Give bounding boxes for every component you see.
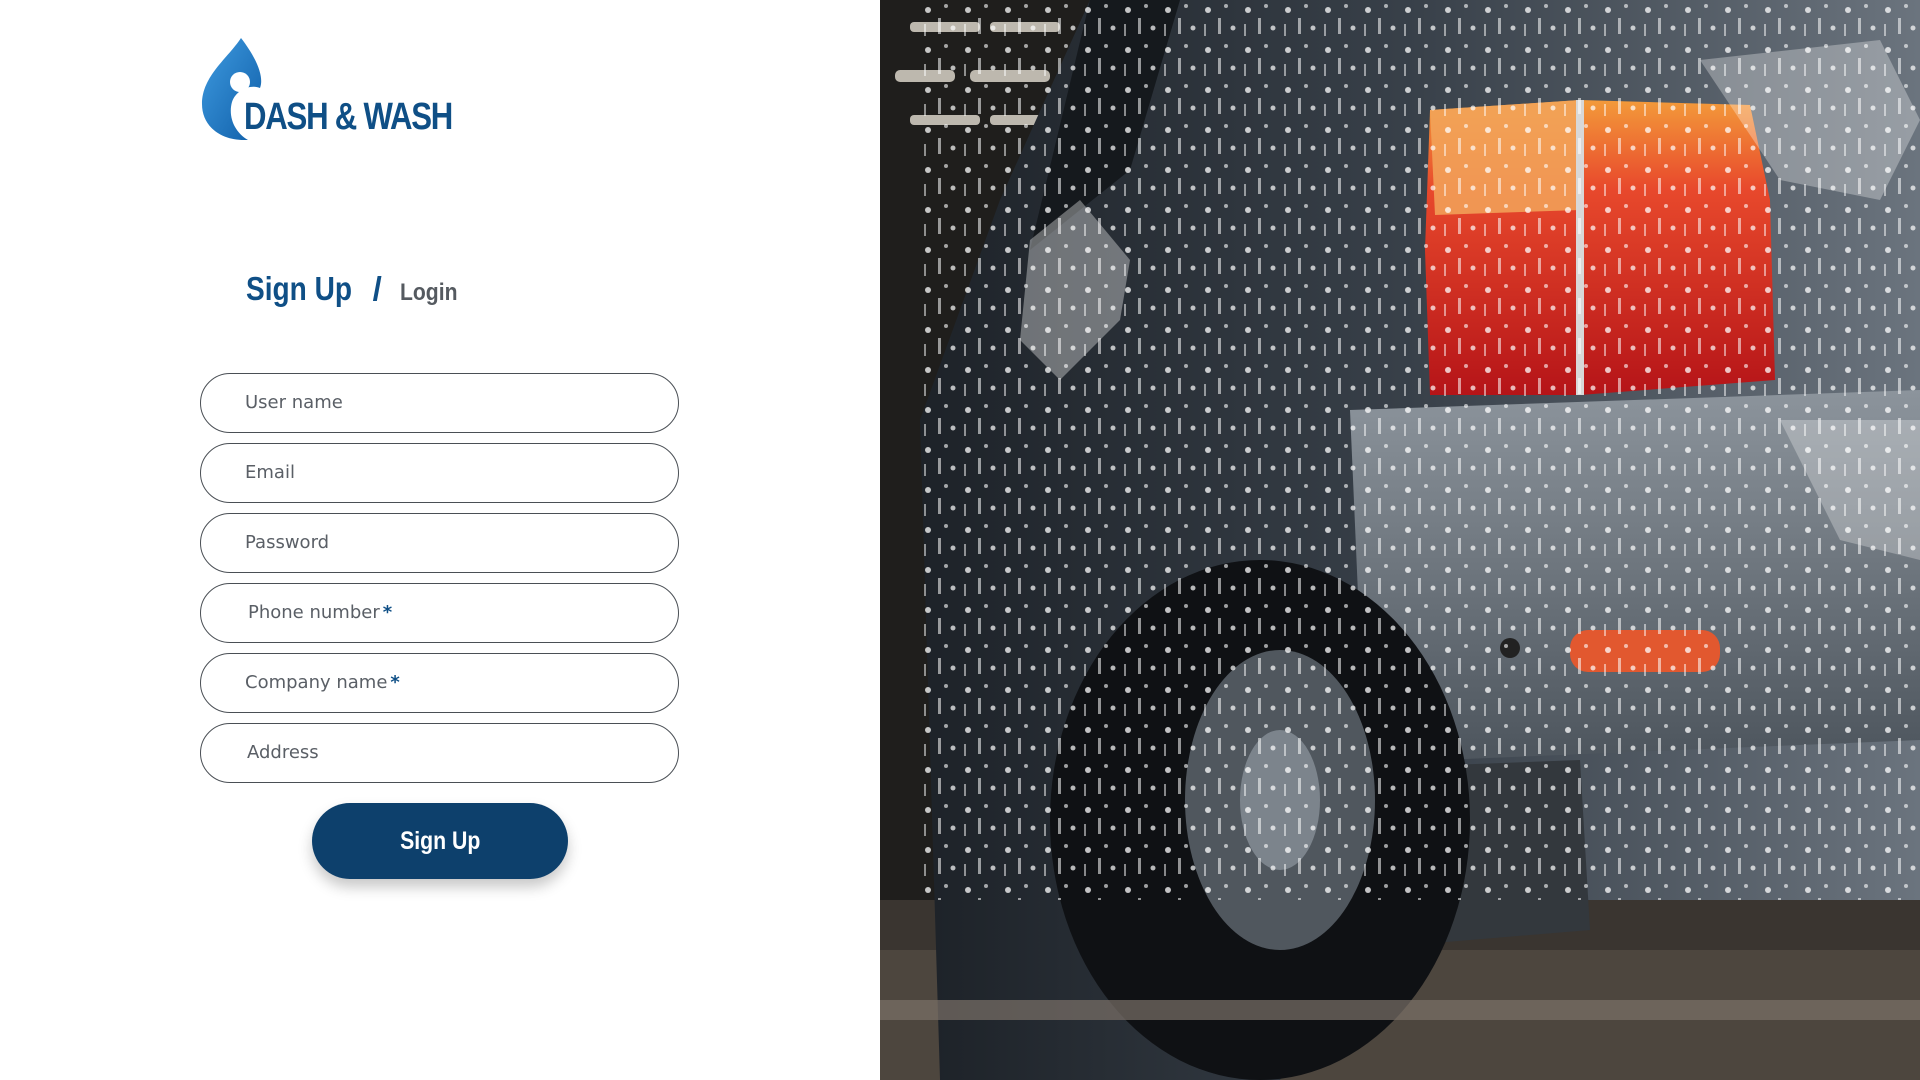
password-label: Password <box>245 532 330 553</box>
address-field[interactable]: Address <box>200 723 679 783</box>
company-name-field[interactable]: Company name * <box>200 653 679 713</box>
signup-panel: DASH & WASH Sign Up / Login User name Em… <box>0 0 880 1080</box>
tab-signup[interactable]: Sign Up <box>246 270 352 308</box>
password-field[interactable]: Password <box>200 513 679 573</box>
address-label: Address <box>247 742 319 763</box>
brand-logo[interactable]: DASH & WASH <box>198 36 468 146</box>
car-wash-photo <box>880 0 1920 1080</box>
signup-button-label: Sign Up <box>399 826 481 855</box>
phone-number-label: Phone number * <box>248 602 393 623</box>
signup-button[interactable]: Sign Up <box>312 803 568 879</box>
email-field[interactable]: Email <box>200 443 679 503</box>
brand-name: DASH & WASH <box>244 96 453 138</box>
signup-form: User name Email Password Phone number * C… <box>200 373 679 793</box>
signup-page: DASH & WASH Sign Up / Login User name Em… <box>0 0 1920 1080</box>
tab-separator: / <box>372 270 382 307</box>
username-field[interactable]: User name <box>200 373 679 433</box>
required-marker: * <box>390 672 400 693</box>
email-label: Email <box>245 462 295 483</box>
username-label: User name <box>245 392 343 413</box>
company-name-label: Company name * <box>245 672 400 693</box>
auth-tabs: Sign Up / Login <box>246 270 465 308</box>
phone-number-field[interactable]: Phone number * <box>200 583 679 643</box>
tab-login[interactable]: Login <box>400 279 457 307</box>
car-illustration <box>880 0 1920 1080</box>
required-marker: * <box>382 602 393 623</box>
